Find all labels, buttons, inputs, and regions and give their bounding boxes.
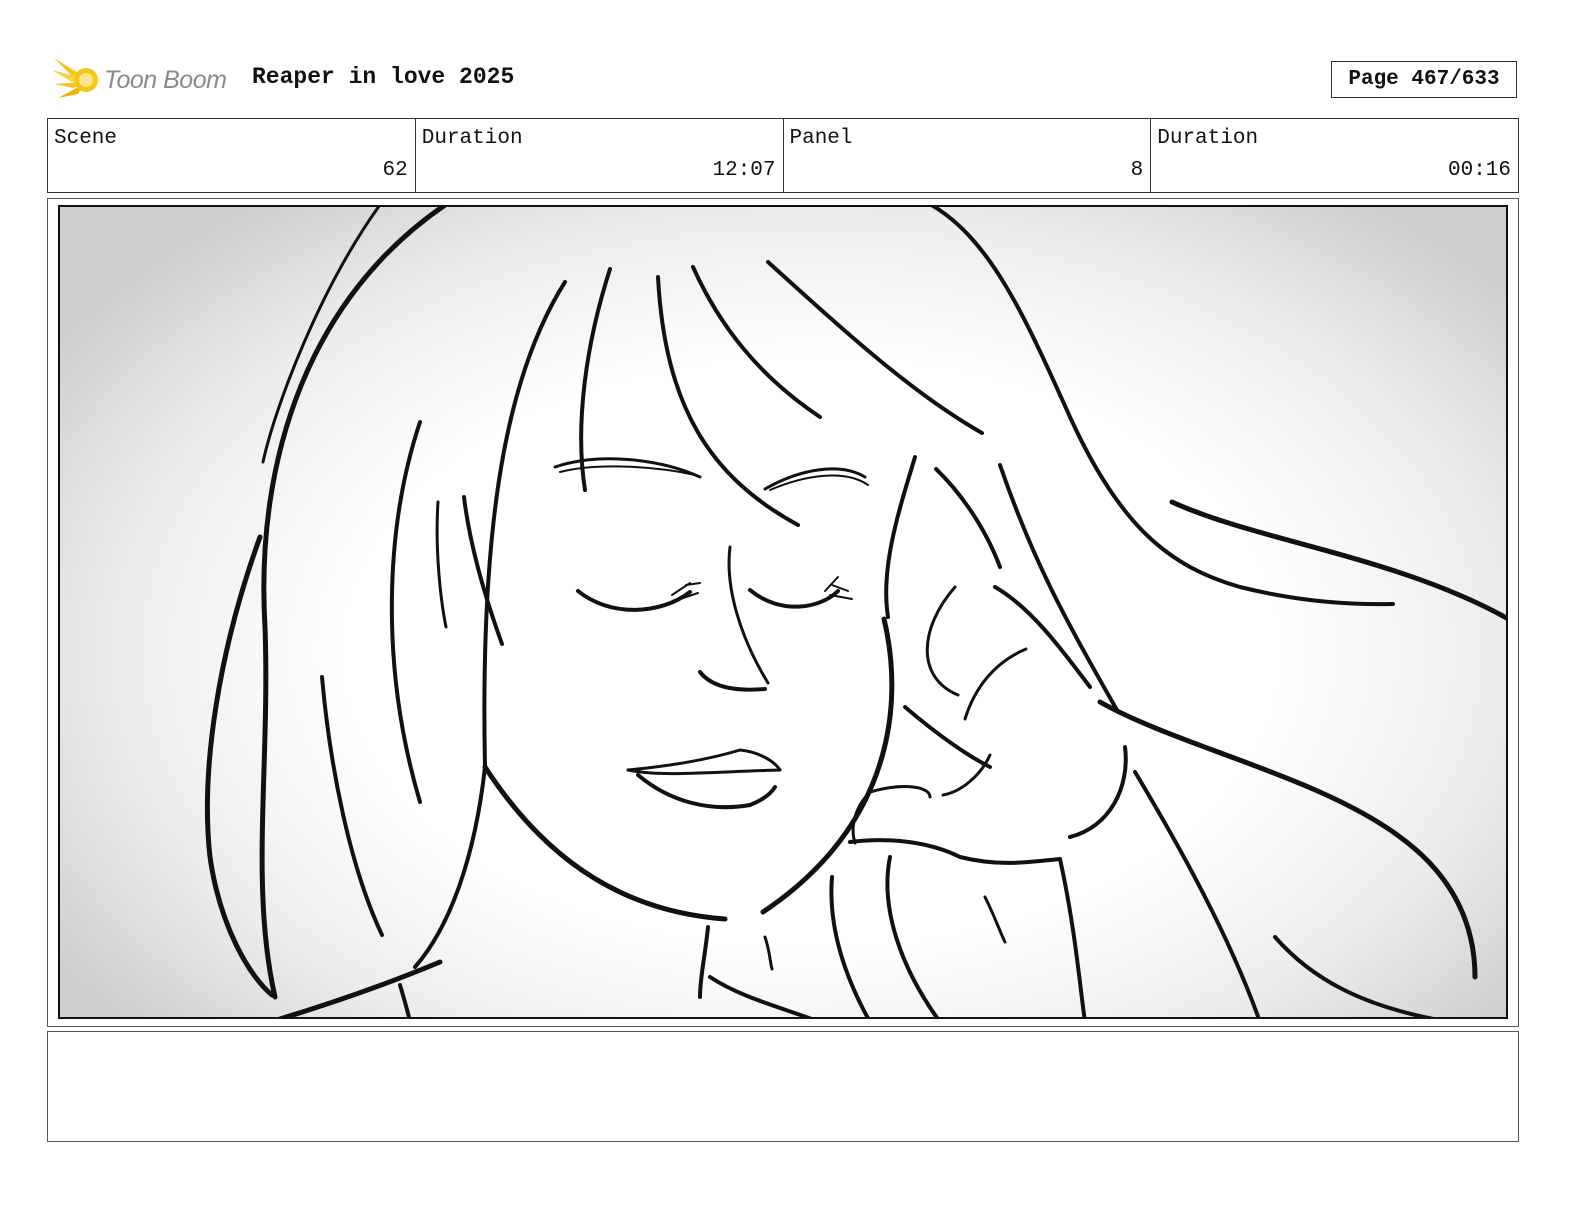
panel-duration-label: Duration [1157,127,1259,150]
scene-duration-label: Duration [421,127,523,150]
storyboard-panel-image [58,205,1508,1019]
scene-info-table: Scene 62 Duration 12:07 Panel 8 Duration… [47,118,1519,193]
toon-boom-logo: Toon Boom [50,54,240,106]
scene-value: 62 [382,159,408,182]
scene-duration-value: 12:07 [712,159,776,182]
panel-value: 8 [1130,159,1144,182]
panel-duration-value: 00:16 [1447,159,1511,182]
panel-notes-box[interactable] [47,1031,1519,1142]
sketch-drawing [204,207,1506,1017]
page-indicator: Page 467/633 [1331,61,1517,98]
scene-cell: Scene 62 [48,119,416,192]
flame-icon [52,58,98,98]
scene-duration-cell: Duration 12:07 [416,119,784,192]
logo-text: Toon Boom [104,65,227,94]
panel-cell: Panel 8 [784,119,1152,192]
scene-label: Scene [54,127,118,150]
panel-label: Panel [789,127,853,150]
project-title: Reaper in love 2025 [252,64,515,90]
panel-duration-cell: Duration 00:16 [1151,119,1518,192]
